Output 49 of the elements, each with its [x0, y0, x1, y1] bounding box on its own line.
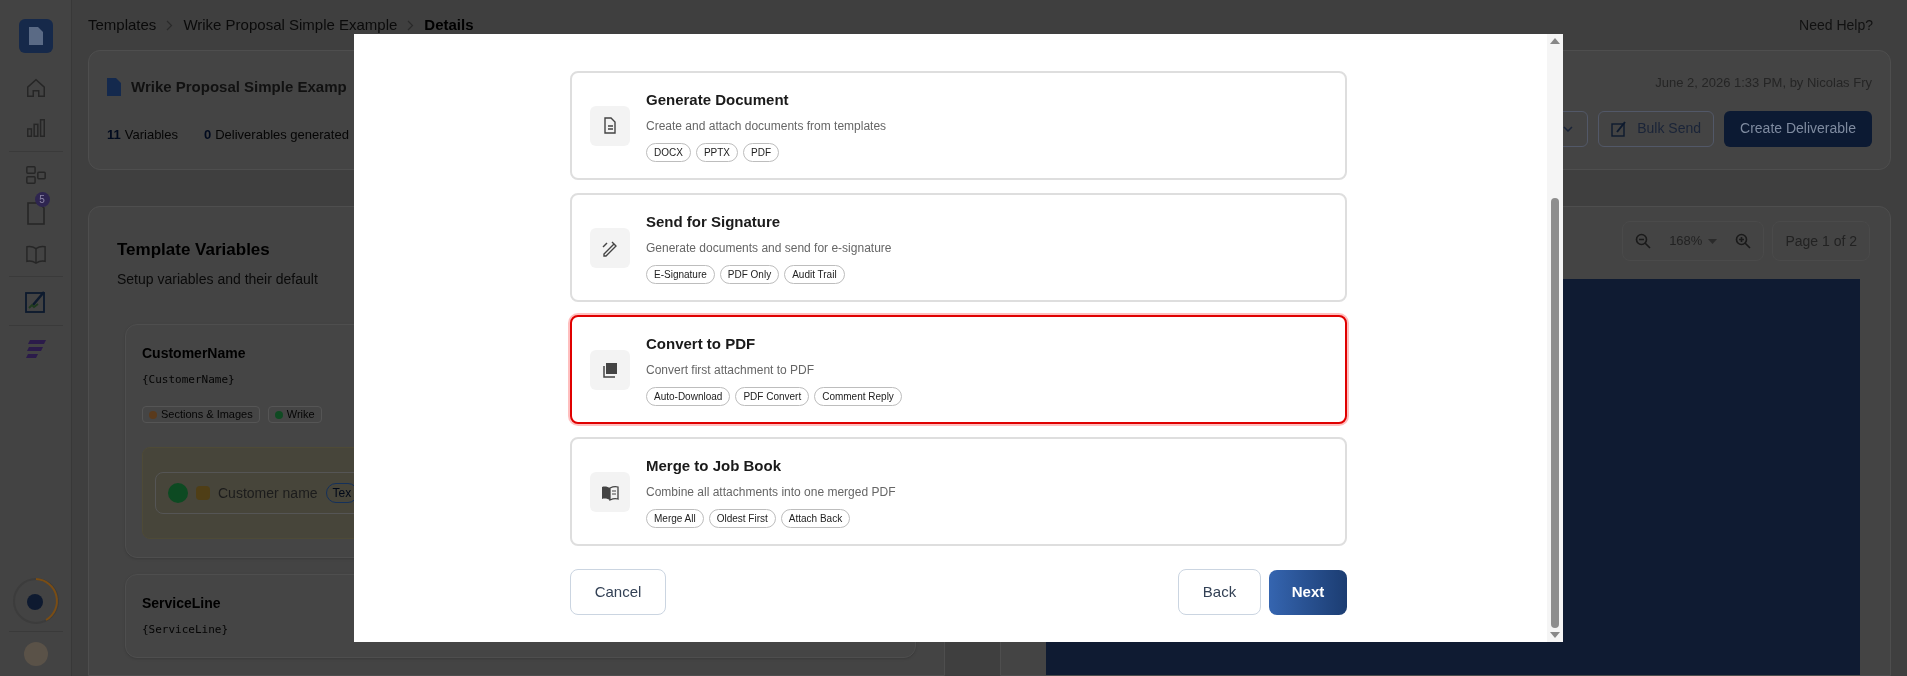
zoom-in-icon[interactable] — [1735, 233, 1752, 249]
action-title: Generate Document — [646, 89, 790, 110]
stat-label: Deliverables generated — [215, 125, 349, 144]
progress-ring-icon[interactable] — [11, 577, 60, 625]
stat-label: Variables — [124, 125, 178, 144]
action-description: Convert first attachment to PDF — [646, 362, 816, 380]
action-description: Generate documents and send for e-signature — [646, 240, 892, 258]
signing-icon[interactable] — [24, 289, 47, 313]
panel-title: Template Variables — [117, 239, 270, 261]
cancel-button[interactable]: Cancel — [570, 569, 666, 615]
variable-name: CustomerName — [142, 343, 246, 363]
app-logo[interactable] — [18, 19, 53, 53]
scrollbar[interactable] — [1547, 34, 1563, 642]
document-icon — [107, 78, 121, 97]
signing-icon — [1611, 120, 1628, 137]
layout-icon[interactable] — [24, 164, 47, 186]
action-card[interactable]: Convert to PDF Convert first attachment to PDF Auto-Download PDF Convert Comment Reply — [570, 315, 1347, 424]
action-title: Merge to Job Book — [646, 455, 782, 476]
next-button[interactable]: Next — [1269, 569, 1347, 615]
tag-label: Wrike — [286, 407, 315, 423]
stat-value: 11 — [107, 125, 121, 144]
action-description: Create and attach documents from templates — [646, 118, 887, 136]
tag-label: Sections & Images — [161, 407, 253, 423]
scroll-down-icon[interactable] — [1550, 632, 1560, 638]
action-title: Convert to PDF — [646, 333, 757, 354]
create-deliverable-button[interactable]: Create Deliverable — [1724, 110, 1872, 147]
stat-value: 0 — [204, 125, 212, 144]
action-card[interactable]: Generate Document Create and attach documents from templates DOCX PPTX PDF — [570, 71, 1347, 180]
scroll-up-icon[interactable] — [1550, 38, 1560, 44]
chevron-down-icon — [1563, 125, 1574, 132]
home-icon[interactable] — [24, 77, 47, 99]
book-icon[interactable] — [24, 244, 47, 264]
action-card[interactable]: Merge to Job Book Combine all attachments into one merged PDF Merge All Oldest First Attach Back — [570, 437, 1347, 546]
action-card[interactable]: Send for Signature Generate documents and send for e-signature E-Signature PDF Only Audit Trail — [570, 193, 1347, 302]
stripes-logo-icon[interactable] — [25, 340, 46, 358]
action-title: Send for Signature — [646, 211, 782, 232]
zoom-out-icon[interactable] — [1635, 233, 1652, 249]
bar-chart-icon[interactable] — [24, 117, 47, 139]
caret-icon — [1708, 238, 1718, 244]
scrollbar-thumb[interactable] — [1551, 198, 1559, 628]
document-icon — [601, 116, 619, 135]
action-description: Combine all attachments into one merged PDF — [646, 484, 896, 502]
back-button[interactable]: Back — [1178, 569, 1261, 615]
notification-badge: 5 — [34, 192, 50, 207]
panel-subtitle: Setup variables and their default — [117, 269, 318, 289]
variable-token: {ServiceLine} — [142, 622, 229, 638]
variable-name: ServiceLine — [142, 594, 221, 613]
variable-token: {CustomerName} — [142, 371, 235, 388]
avatar[interactable] — [23, 642, 48, 666]
